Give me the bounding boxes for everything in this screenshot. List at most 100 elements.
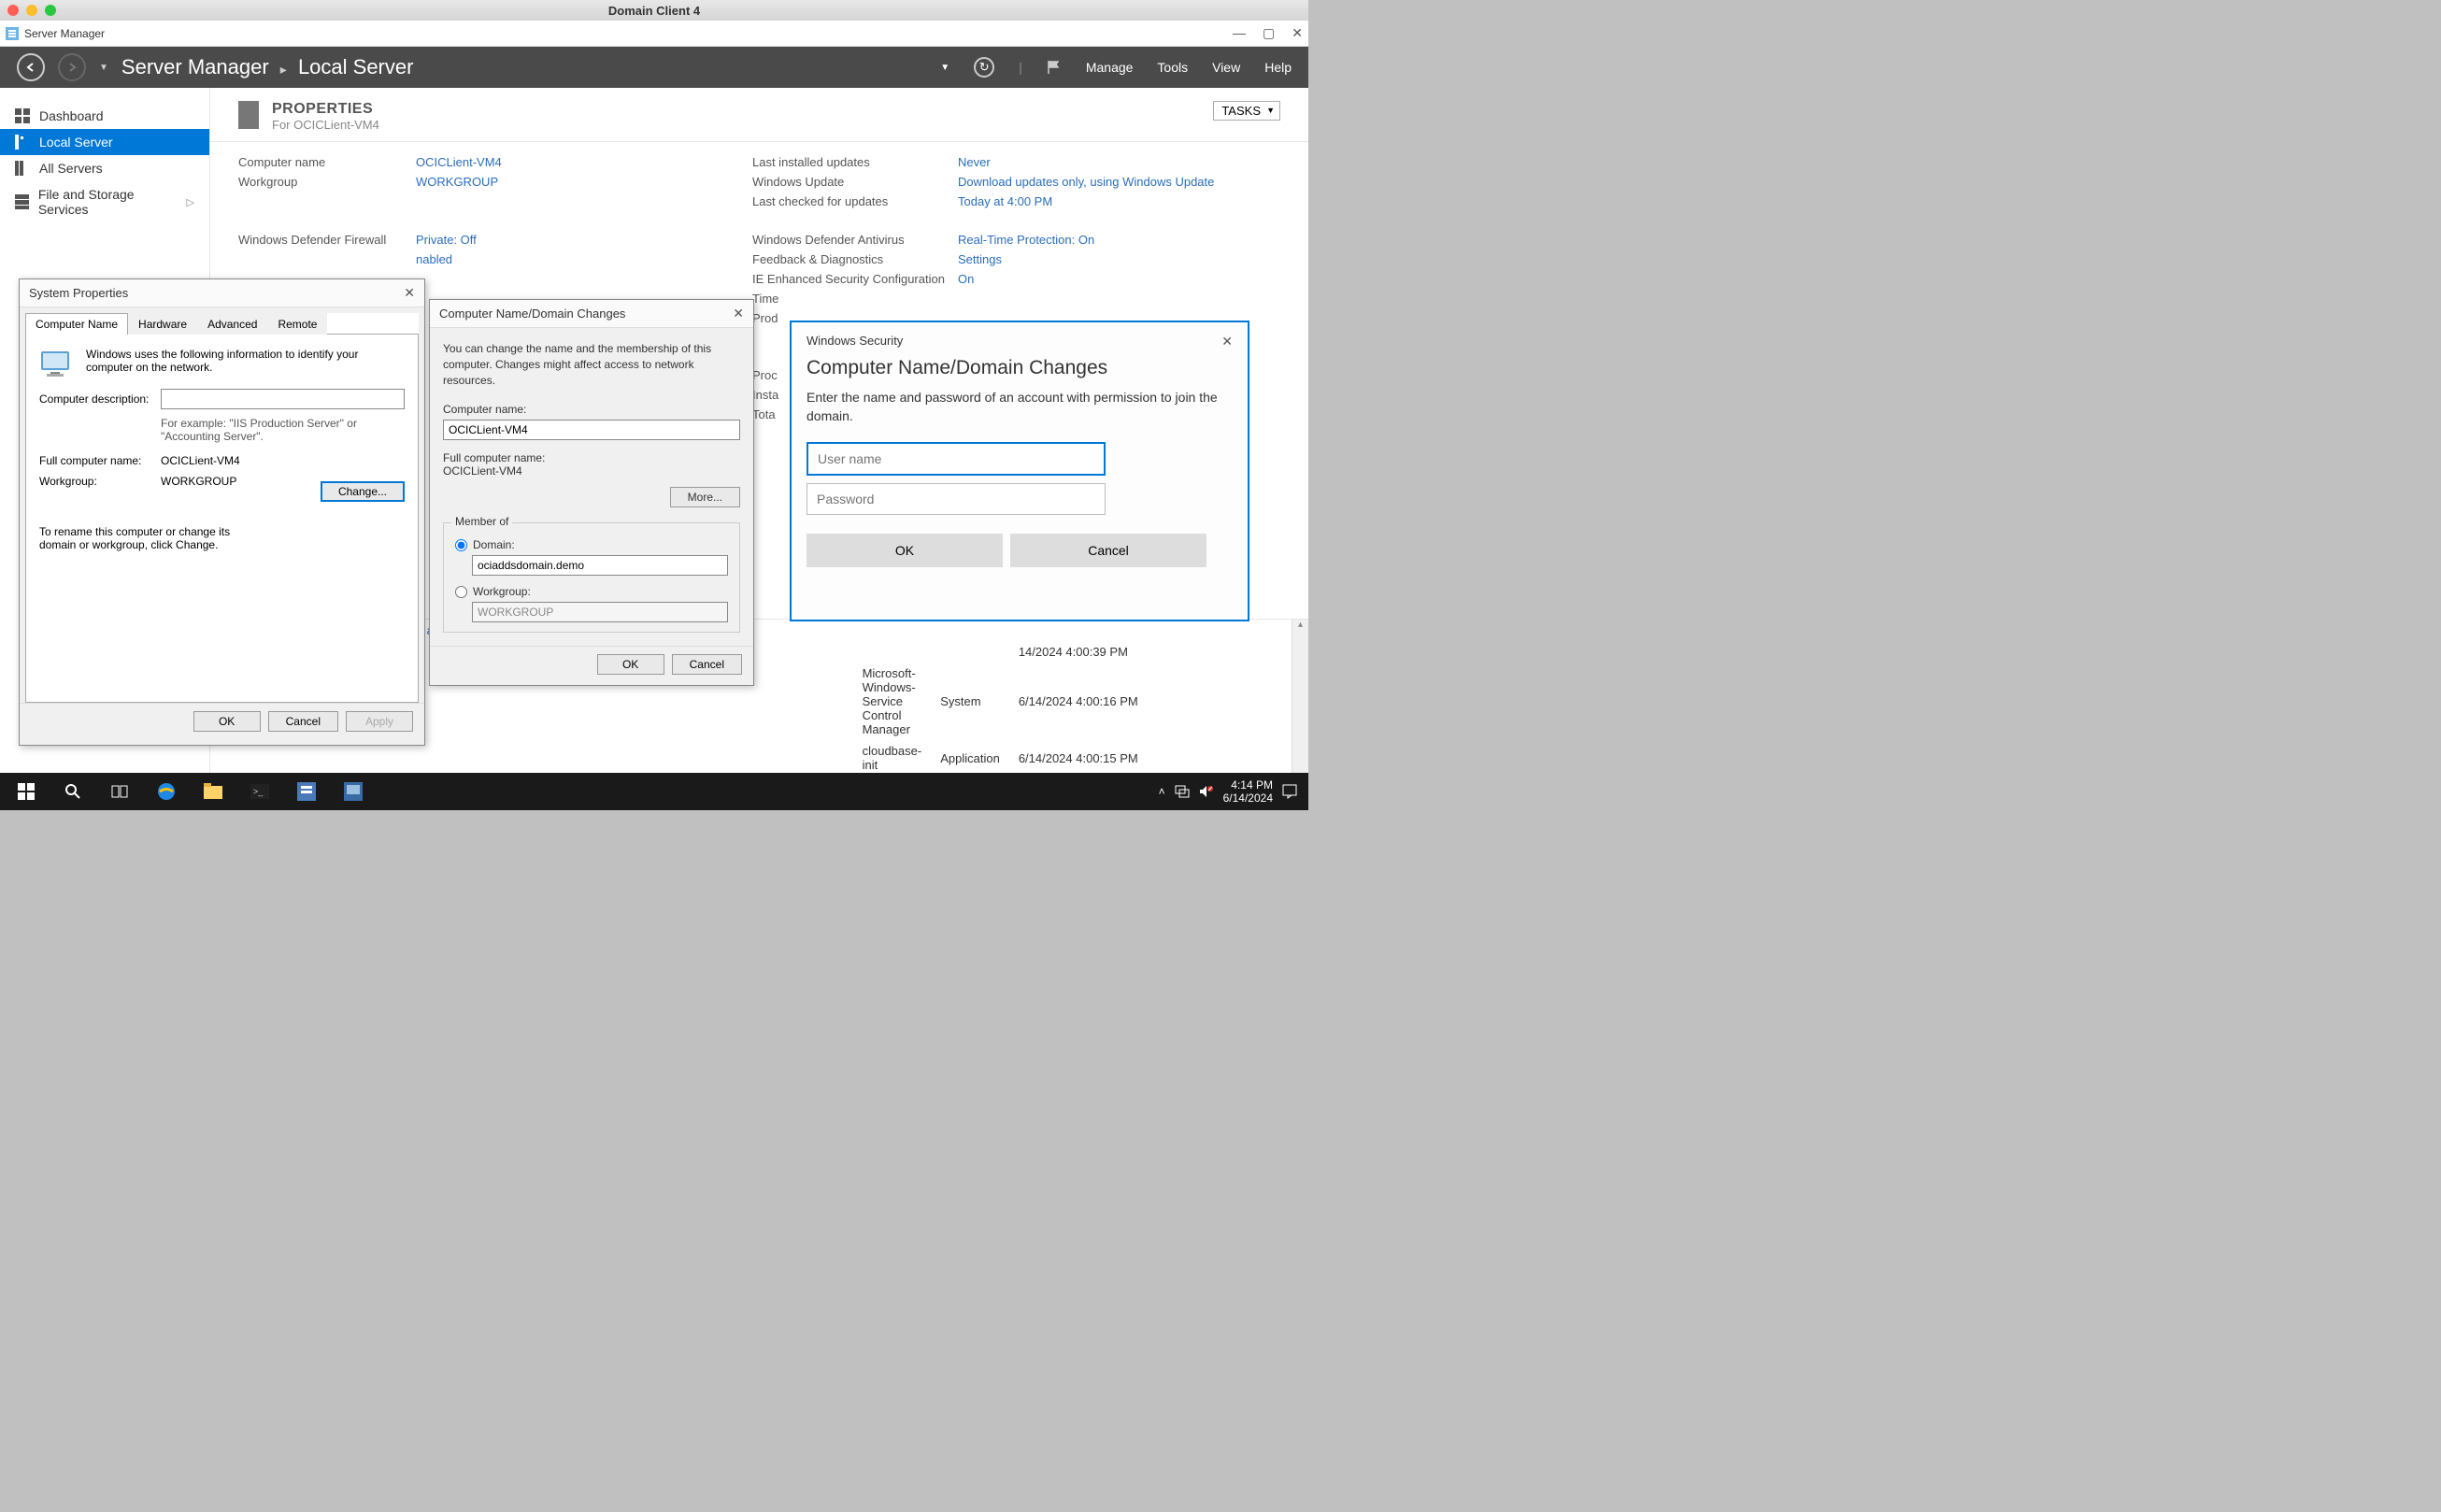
server-manager-icon [6, 27, 19, 40]
server-manager-taskbar-icon[interactable] [284, 773, 329, 810]
prop-label-time: Time [752, 292, 949, 306]
sidebar-item-dashboard[interactable]: Dashboard [0, 103, 209, 129]
nav-dropdown-arrow[interactable]: ▼ [99, 63, 108, 73]
computer-description-input[interactable] [161, 389, 405, 409]
taskbar: >_ ˄ 4:14 PM 6/14/2024 [0, 773, 1308, 810]
chevron-right-icon: ▷ [187, 196, 194, 208]
prop-value-workgroup[interactable]: WORKGROUP [416, 175, 743, 189]
sidebar-item-local-server[interactable]: Local Server [0, 129, 209, 155]
ok-button[interactable]: OK [597, 654, 664, 675]
prop-value-last-checked[interactable]: Today at 4:00 PM [958, 194, 1266, 208]
start-button[interactable] [4, 773, 49, 810]
nav-back-button[interactable] [17, 53, 45, 81]
volume-icon[interactable] [1199, 785, 1214, 798]
window-close[interactable]: ✕ [1292, 25, 1303, 41]
menu-manage[interactable]: Manage [1086, 60, 1134, 75]
prop-label-last-checked: Last checked for updates [752, 194, 949, 208]
mac-max-dot[interactable] [45, 5, 56, 16]
ie-icon[interactable] [144, 773, 189, 810]
prop-value-computer-name[interactable]: OCICLient-VM4 [416, 155, 743, 169]
prop-value-ie-esc[interactable]: On [958, 272, 1266, 286]
prop-label-defender-fw: Windows Defender Firewall [238, 233, 407, 247]
cancel-button[interactable]: Cancel [1010, 534, 1206, 567]
network-icon[interactable] [1175, 785, 1190, 798]
cancel-button[interactable]: Cancel [672, 654, 742, 675]
rename-text: To rename this computer or change its do… [39, 525, 264, 551]
properties-subtitle: For OCICLient-VM4 [272, 118, 379, 132]
breadcrumb-app[interactable]: Server Manager [121, 55, 269, 78]
task-view-icon[interactable] [97, 773, 142, 810]
change-button[interactable]: Change... [321, 481, 405, 502]
prop-label-feedback: Feedback & Diagnostics [752, 252, 949, 266]
menu-help[interactable]: Help [1264, 60, 1292, 75]
mac-close-dot[interactable] [7, 5, 19, 16]
scrollbar[interactable]: ▴ [1292, 620, 1308, 773]
password-input[interactable] [807, 483, 1106, 515]
refresh-icon[interactable]: ↻ [974, 57, 994, 78]
full-computer-name-value: OCICLient-VM4 [161, 454, 405, 467]
sidebar-item-label: Local Server [39, 135, 113, 150]
computer-name-input[interactable] [443, 420, 740, 440]
full-computer-name-label: Full computer name: [39, 454, 161, 467]
tab-advanced[interactable]: Advanced [197, 313, 267, 335]
notifications-icon[interactable] [1282, 784, 1297, 799]
workgroup-radio-label: Workgroup: [473, 585, 531, 598]
running-app-icon[interactable] [331, 773, 376, 810]
tab-hardware[interactable]: Hardware [128, 313, 197, 335]
more-button[interactable]: More... [670, 487, 740, 507]
window-minimize[interactable]: — [1233, 25, 1246, 41]
prop-label-ie-esc: IE Enhanced Security Configuration [752, 272, 949, 286]
explorer-icon[interactable] [191, 773, 236, 810]
event-source: cloudbase-init [666, 740, 932, 773]
prop-label-computer-name: Computer name [238, 155, 407, 169]
tasks-dropdown[interactable]: TASKS [1213, 101, 1280, 121]
sidebar-item-file-storage[interactable]: File and Storage Services ▷ [0, 181, 209, 222]
tray-chevron-icon[interactable]: ˄ [1159, 785, 1165, 798]
member-of-group: Member of Domain: Workgroup: [443, 522, 740, 633]
nav-forward-button[interactable] [58, 53, 86, 81]
domain-radio[interactable] [455, 539, 467, 551]
window-chrome: Server Manager — ▢ ✕ [0, 21, 1308, 47]
search-icon[interactable] [50, 773, 95, 810]
taskbar-clock[interactable]: 4:14 PM 6/14/2024 [1223, 778, 1273, 806]
flag-icon[interactable] [1047, 60, 1062, 75]
prop-value-feedback[interactable]: Settings [958, 252, 1266, 266]
prop-value-defender-fw[interactable]: Private: Off [416, 233, 743, 247]
prop-label-workgroup: Workgroup [238, 175, 407, 189]
system-properties-dialog: System Properties ✕ Computer Name Hardwa… [19, 278, 425, 746]
ok-button[interactable]: OK [807, 534, 1003, 567]
workgroup-radio[interactable] [455, 586, 467, 598]
cmd-icon[interactable]: >_ [237, 773, 282, 810]
window-maximize[interactable]: ▢ [1263, 25, 1275, 41]
close-icon[interactable]: ✕ [404, 285, 415, 301]
svg-text:>_: >_ [253, 787, 264, 796]
tab-remote[interactable]: Remote [267, 313, 327, 335]
apply-button[interactable]: Apply [346, 711, 413, 732]
prop-label-defender-av: Windows Defender Antivirus [752, 233, 949, 247]
username-input[interactable] [807, 442, 1106, 476]
ok-button[interactable]: OK [193, 711, 261, 732]
menu-tools[interactable]: Tools [1157, 60, 1188, 75]
domain-input[interactable] [472, 555, 728, 576]
mac-min-dot[interactable] [26, 5, 37, 16]
prop-value-partial[interactable]: nabled [416, 252, 743, 266]
header-dropdown-icon[interactable]: ▼ [940, 63, 949, 73]
prop-value-defender-av[interactable]: Real-Time Protection: On [958, 233, 1266, 247]
breadcrumb-separator: ▸ [280, 62, 287, 77]
tab-computer-name[interactable]: Computer Name [25, 313, 128, 335]
close-icon[interactable]: ✕ [733, 306, 744, 321]
cancel-button[interactable]: Cancel [268, 711, 338, 732]
prop-value-win-update[interactable]: Download updates only, using Windows Upd… [958, 175, 1266, 189]
workgroup-label: Workgroup: [39, 475, 161, 488]
windows-security-dialog: Windows Security ✕ Computer Name/Domain … [790, 321, 1249, 621]
secdlg-title: Computer Name/Domain Changes [792, 353, 1248, 389]
close-icon[interactable]: ✕ [1221, 334, 1233, 349]
domain-label: Domain: [473, 538, 515, 551]
domain-changes-dialog: Computer Name/Domain Changes ✕ You can c… [429, 299, 754, 686]
secdlg-caption: Windows Security [807, 334, 903, 349]
breadcrumb-page: Local Server [298, 55, 414, 78]
example-text: For example: "IIS Production Server" or … [161, 417, 405, 443]
sidebar-item-all-servers[interactable]: All Servers [0, 155, 209, 181]
menu-view[interactable]: View [1212, 60, 1240, 75]
prop-value-last-installed[interactable]: Never [958, 155, 1266, 169]
